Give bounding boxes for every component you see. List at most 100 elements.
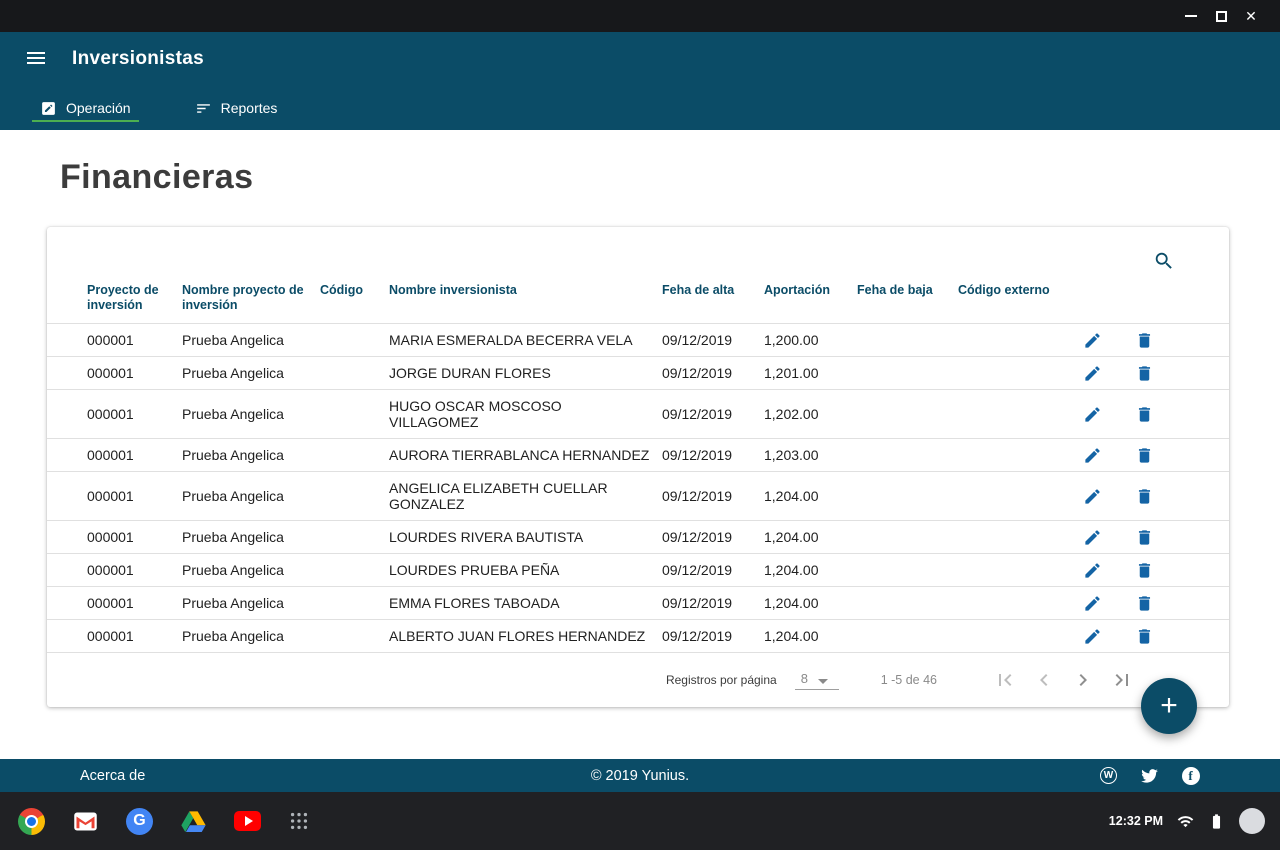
table-header-row: Proyecto de inversión Nombre proyecto de… (47, 281, 1229, 324)
wifi-icon[interactable] (1177, 813, 1194, 830)
edit-button[interactable] (1083, 362, 1105, 384)
main-content: Financieras Proyecto de inversión Nombre… (0, 158, 1280, 707)
minimize-button[interactable] (1176, 0, 1206, 32)
operation-icon (40, 100, 57, 117)
cell-actions (1078, 390, 1229, 439)
delete-button[interactable] (1135, 526, 1157, 548)
drive-icon[interactable] (180, 808, 207, 835)
table-body: 000001Prueba AngelicaMARIA ESMERALDA BEC… (47, 324, 1229, 653)
battery-icon[interactable] (1208, 813, 1225, 830)
delete-button[interactable] (1135, 592, 1157, 614)
delete-button[interactable] (1135, 362, 1157, 384)
investors-table: Proyecto de inversión Nombre proyecto de… (47, 281, 1229, 653)
trash-icon (1135, 364, 1154, 383)
search-button[interactable] (1153, 249, 1177, 273)
cell-nombre-proyecto: Prueba Angelica (182, 620, 320, 653)
last-page-button[interactable] (1110, 668, 1134, 692)
pagination-range: 1 -5 de 46 (881, 673, 937, 687)
cell-proyecto-inversion: 000001 (47, 439, 182, 472)
cell-fecha-baja (857, 357, 958, 390)
twitter-link[interactable] (1140, 766, 1159, 785)
close-button[interactable]: ✕ (1236, 0, 1266, 32)
tab-operacion[interactable]: Operación (30, 86, 141, 130)
col-header-fecha-alta: Feha de alta (662, 281, 764, 324)
rows-per-page-label: Registros por página (666, 673, 777, 687)
trash-icon (1135, 487, 1154, 506)
cell-aportacion: 1,204.00 (764, 620, 857, 653)
cell-codigo (320, 620, 389, 653)
col-header-nombre-inversionista: Nombre inversionista (389, 281, 662, 324)
page-size-value: 8 (801, 671, 808, 686)
edit-button[interactable] (1083, 526, 1105, 548)
cell-fecha-baja (857, 587, 958, 620)
col-header-fecha-baja: Feha de baja (857, 281, 958, 324)
add-button[interactable]: + (1141, 678, 1197, 734)
edit-pencil-icon (1083, 331, 1102, 350)
edit-button[interactable] (1083, 625, 1105, 647)
delete-button[interactable] (1135, 559, 1157, 581)
tab-reportes[interactable]: Reportes (185, 86, 288, 130)
page-size-select[interactable]: 8 (795, 671, 839, 690)
about-link[interactable]: Acerca de (80, 768, 145, 784)
edit-button[interactable] (1083, 559, 1105, 581)
table-footer: Registros por página 8 1 -5 de 46 (47, 653, 1229, 707)
delete-button[interactable] (1135, 403, 1157, 425)
edit-button[interactable] (1083, 485, 1105, 507)
twitter-icon (1140, 766, 1159, 785)
app-bar: Inversionistas Operación Reportes (0, 32, 1280, 130)
cell-codigo-externo (958, 324, 1078, 357)
table-row: 000001Prueba AngelicaJORGE DURAN FLORES0… (47, 357, 1229, 390)
cell-nombre-proyecto: Prueba Angelica (182, 472, 320, 521)
edit-pencil-icon (1083, 594, 1102, 613)
status-tray[interactable]: 12:32 PM (1109, 808, 1265, 834)
wordpress-icon: W (1100, 767, 1117, 784)
cell-nombre-inversionista: ANGELICA ELIZABETH CUELLAR GONZALEZ (389, 472, 662, 521)
cell-nombre-inversionista: JORGE DURAN FLORES (389, 357, 662, 390)
maximize-button[interactable] (1206, 0, 1236, 32)
edit-button[interactable] (1083, 444, 1105, 466)
delete-button[interactable] (1135, 329, 1157, 351)
edit-button[interactable] (1083, 592, 1105, 614)
taskbar: G 12:32 PM (0, 792, 1280, 850)
google-icon[interactable]: G (126, 808, 153, 835)
cell-aportacion: 1,202.00 (764, 390, 857, 439)
edit-pencil-icon (1083, 487, 1102, 506)
table-row: 000001Prueba AngelicaANGELICA ELIZABETH … (47, 472, 1229, 521)
account-avatar[interactable] (1239, 808, 1265, 834)
cell-proyecto-inversion: 000001 (47, 587, 182, 620)
next-page-button[interactable] (1071, 668, 1095, 692)
cell-actions (1078, 439, 1229, 472)
cell-fecha-alta: 09/12/2019 (662, 472, 764, 521)
facebook-link[interactable]: f (1181, 766, 1200, 785)
last-page-icon (1110, 668, 1134, 692)
cell-nombre-inversionista: LOURDES PRUEBA PEÑA (389, 554, 662, 587)
delete-button[interactable] (1135, 485, 1157, 507)
delete-button[interactable] (1135, 444, 1157, 466)
table-row: 000001Prueba AngelicaEMMA FLORES TABOADA… (47, 587, 1229, 620)
delete-button[interactable] (1135, 625, 1157, 647)
cell-codigo-externo (958, 620, 1078, 653)
cell-proyecto-inversion: 000001 (47, 554, 182, 587)
edit-button[interactable] (1083, 329, 1105, 351)
youtube-icon[interactable] (234, 811, 261, 831)
col-header-proyecto-inversion: Proyecto de inversión (47, 281, 182, 324)
gmail-icon[interactable] (72, 808, 99, 835)
table-row: 000001Prueba AngelicaHUGO OSCAR MOSCOSO … (47, 390, 1229, 439)
wordpress-link[interactable]: W (1099, 766, 1118, 785)
edit-pencil-icon (1083, 528, 1102, 547)
chrome-icon-center (25, 815, 38, 828)
first-page-button[interactable] (993, 668, 1017, 692)
close-icon: ✕ (1245, 9, 1257, 23)
chevron-left-icon (1032, 668, 1056, 692)
clock[interactable]: 12:32 PM (1109, 814, 1163, 828)
cell-actions (1078, 620, 1229, 653)
first-page-icon (993, 668, 1017, 692)
chrome-icon[interactable] (18, 808, 45, 835)
app-launcher-icon[interactable] (288, 810, 310, 832)
hamburger-menu-button[interactable] (24, 46, 50, 72)
edit-button[interactable] (1083, 403, 1105, 425)
cell-aportacion: 1,201.00 (764, 357, 857, 390)
prev-page-button[interactable] (1032, 668, 1056, 692)
col-header-actions (1078, 281, 1229, 324)
cell-nombre-inversionista: LOURDES RIVERA BAUTISTA (389, 521, 662, 554)
